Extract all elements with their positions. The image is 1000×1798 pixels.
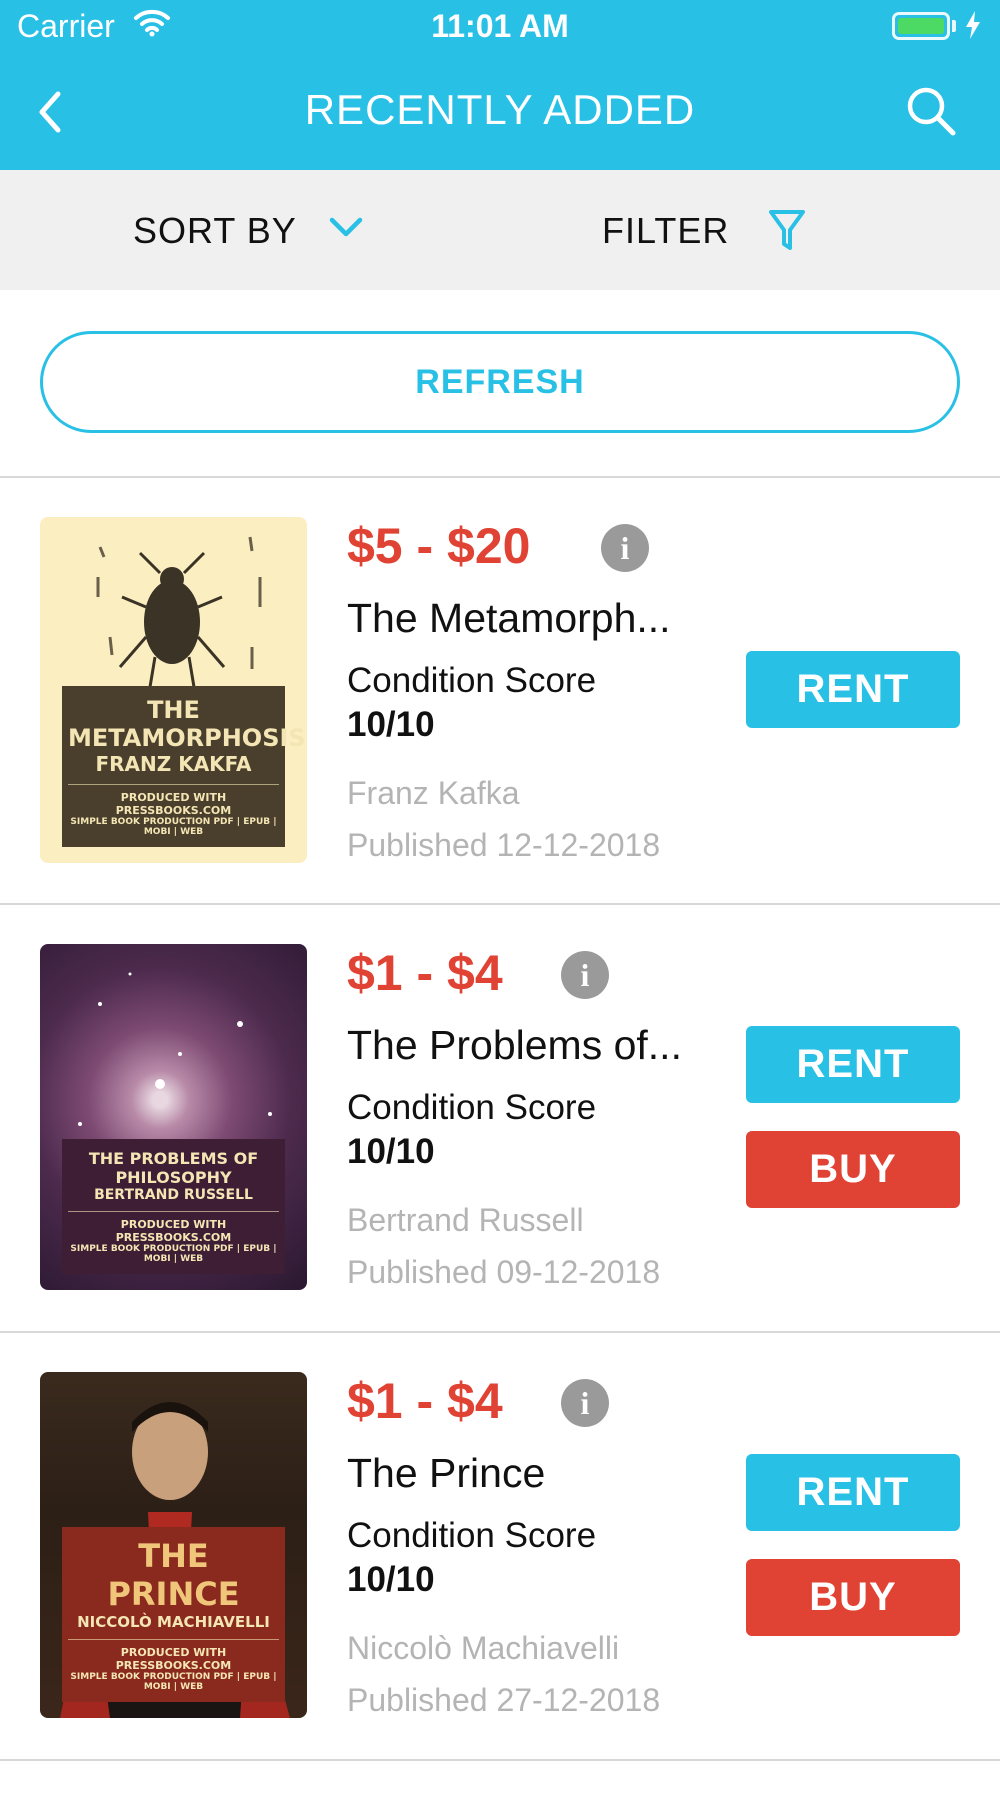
condition-label: Condition Score — [347, 661, 597, 700]
book-title[interactable]: The Prince — [347, 1450, 545, 1497]
cover-line1: PRODUCED WITH PRESSBOOKS.COM — [68, 1639, 279, 1672]
rent-button[interactable]: RENT — [746, 1454, 960, 1531]
book-author: Bertrand Russell — [347, 1202, 584, 1238]
condition-label: Condition Score — [347, 1088, 597, 1127]
buy-button[interactable]: BUY — [746, 1559, 960, 1636]
book-cover-prince: THE PRINCE NICCOLÒ MACHIAVELLI PRODUCED … — [40, 1372, 307, 1718]
cover-line2: SIMPLE BOOK PRODUCTION PDF | EPUB | MOBI… — [70, 1244, 277, 1264]
battery-icon — [892, 12, 950, 40]
info-icon[interactable]: i — [561, 951, 609, 999]
book-title[interactable]: The Problems of... — [347, 1022, 682, 1069]
condition-score: 10/10 — [347, 705, 435, 744]
book-author: Niccolò Machiavelli — [347, 1630, 620, 1666]
cover-author: NICCOLÒ MACHIAVELLI — [77, 1613, 270, 1631]
cover-author: FRANZ KAKFA — [95, 752, 252, 776]
cover-title: THE PRINCE — [107, 1537, 240, 1613]
condition-score: 10/10 — [347, 1132, 435, 1171]
filter-button[interactable]: FILTER — [602, 210, 729, 252]
cover-line1: PRODUCED WITH PRESSBOOKS.COM — [68, 1211, 279, 1244]
refresh-button[interactable]: REFRESH — [40, 331, 960, 433]
list-divider — [0, 1331, 1000, 1333]
cover-banner: THE METAMORPHOSIS FRANZ KAKFA PRODUCED W… — [62, 686, 306, 847]
battery-tip — [952, 20, 956, 32]
published-date: Published 12-12-2018 — [347, 827, 661, 863]
cover-line2: SIMPLE BOOK PRODUCTION PDF | EPUB | MOBI… — [70, 1672, 277, 1692]
list-item[interactable]: THE PROBLEMS OF PHILOSOPHY BERTRAND RUSS… — [0, 944, 1000, 1370]
list-divider — [0, 903, 1000, 905]
chevron-down-icon[interactable] — [328, 212, 364, 240]
charging-bolt-icon — [966, 11, 980, 39]
cover-author: BERTRAND RUSSELL — [94, 1187, 253, 1203]
published-date: Published 27-12-2018 — [347, 1682, 661, 1718]
book-cover-philosophy: THE PROBLEMS OF PHILOSOPHY BERTRAND RUSS… — [40, 944, 307, 1290]
condition-score: 10/10 — [347, 1560, 435, 1599]
cover-banner: THE PRINCE NICCOLÒ MACHIAVELLI PRODUCED … — [62, 1527, 285, 1702]
list-divider — [0, 476, 1000, 478]
list-divider — [0, 1759, 1000, 1761]
book-author: Franz Kafka — [347, 775, 520, 811]
list-item[interactable]: THE PRINCE NICCOLÒ MACHIAVELLI PRODUCED … — [0, 1372, 1000, 1798]
page-title: RECENTLY ADDED — [304, 86, 696, 133]
funnel-icon[interactable] — [768, 208, 806, 252]
price-range: $5 - $20 — [347, 518, 531, 574]
cover-line2: SIMPLE BOOK PRODUCTION PDF | EPUB | MOBI… — [70, 817, 277, 837]
rent-button[interactable]: RENT — [746, 1026, 960, 1103]
info-icon[interactable]: i — [561, 1379, 609, 1427]
cover-title: THE PROBLEMS OF PHILOSOPHY — [88, 1149, 259, 1187]
sort-filter-bar: SORT BY FILTER — [0, 170, 1000, 290]
cover-banner: THE PROBLEMS OF PHILOSOPHY BERTRAND RUSS… — [62, 1139, 285, 1274]
status-bar: Carrier 11:01 AM — [0, 0, 1000, 56]
app-header: Carrier 11:01 AM RECENTLY ADDED — [0, 0, 1000, 170]
buy-button[interactable]: BUY — [746, 1131, 960, 1208]
sort-by-button[interactable]: SORT BY — [133, 210, 297, 252]
status-time: 11:01 AM — [431, 8, 569, 44]
book-title[interactable]: The Metamorph... — [347, 595, 671, 642]
info-icon[interactable]: i — [601, 524, 649, 572]
condition-label: Condition Score — [347, 1516, 597, 1555]
cover-line1: PRODUCED WITH PRESSBOOKS.COM — [68, 784, 279, 817]
cover-title: THE METAMORPHOSIS — [68, 696, 306, 752]
search-icon[interactable] — [904, 84, 960, 140]
book-cover-metamorphosis: THE METAMORPHOSIS FRANZ KAKFA PRODUCED W… — [40, 517, 307, 863]
price-range: $1 - $4 — [347, 1373, 503, 1429]
published-date: Published 09-12-2018 — [347, 1254, 661, 1290]
list-item[interactable]: THE METAMORPHOSIS FRANZ KAKFA PRODUCED W… — [0, 517, 1000, 943]
price-range: $1 - $4 — [347, 945, 503, 1001]
rent-button[interactable]: RENT — [746, 651, 960, 728]
